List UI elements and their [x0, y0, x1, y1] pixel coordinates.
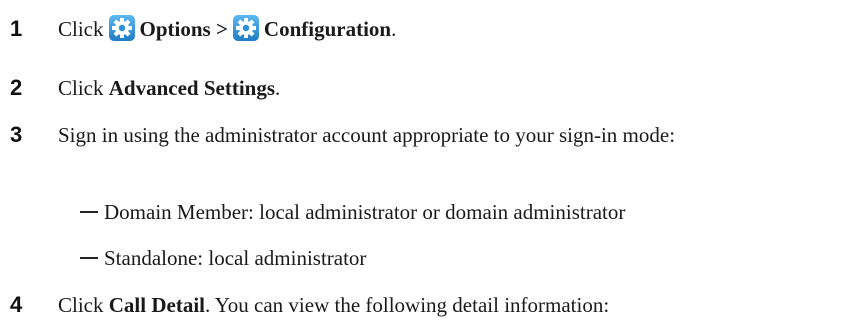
- sentence-end: .: [275, 76, 281, 100]
- list-item-text: Domain Member: local administrator or do…: [104, 200, 626, 224]
- sentence-end: .: [391, 17, 397, 41]
- step-text: Click Advanced Settings.: [58, 73, 838, 103]
- step-text: Click Call Detail. You can view the foll…: [58, 290, 838, 320]
- gear-icon: [108, 14, 136, 42]
- dash-bullet: [80, 211, 98, 213]
- list-item-text: Standalone: local administrator: [104, 246, 367, 270]
- step-4: 4 Click Call Detail. You can view the fo…: [0, 290, 858, 322]
- gear-icon: [232, 14, 260, 42]
- click-word: Click: [58, 293, 104, 317]
- list-item: Standalone: local administrator: [0, 243, 858, 273]
- step-1: 1 Click Options > Configuration.: [0, 12, 858, 48]
- step-number: 3: [10, 122, 23, 147]
- step-rest: . You can view the following detail info…: [204, 293, 610, 317]
- step-3: 3 Sign in using the administrator accoun…: [0, 120, 858, 182]
- dash-bullet: [80, 257, 98, 259]
- step-text: Sign in using the administrator account …: [58, 123, 676, 147]
- configuration-label: Configuration: [263, 17, 392, 41]
- step-text: Click Options > Configuration.: [58, 14, 838, 44]
- step-number: 4: [10, 292, 23, 317]
- step-number: 1: [10, 16, 23, 41]
- advanced-settings-label: Advanced Settings: [108, 76, 276, 100]
- options-label: Options >: [139, 17, 228, 41]
- click-word: Click: [58, 17, 104, 41]
- step-number: 2: [10, 75, 23, 100]
- list-item: Domain Member: local administrator or do…: [0, 197, 858, 227]
- step-2: 2 Click Advanced Settings.: [0, 73, 858, 105]
- call-detail-label: Call Detail: [108, 293, 205, 317]
- click-word: Click: [58, 76, 104, 100]
